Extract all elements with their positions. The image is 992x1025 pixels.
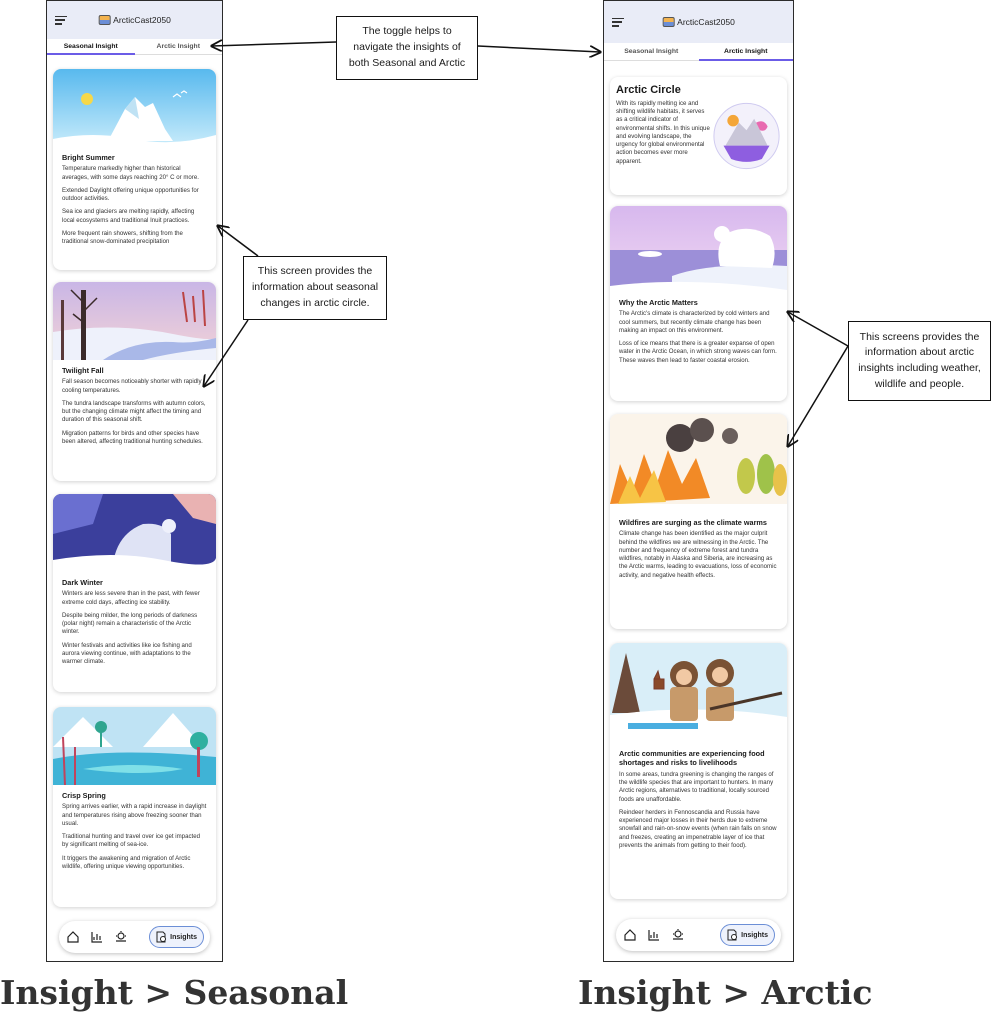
caption-arctic: Insight > Arctic	[578, 973, 873, 1012]
annotation-arrows	[0, 0, 849, 1025]
caption-seasonal: Insight > Seasonal	[0, 973, 349, 1012]
